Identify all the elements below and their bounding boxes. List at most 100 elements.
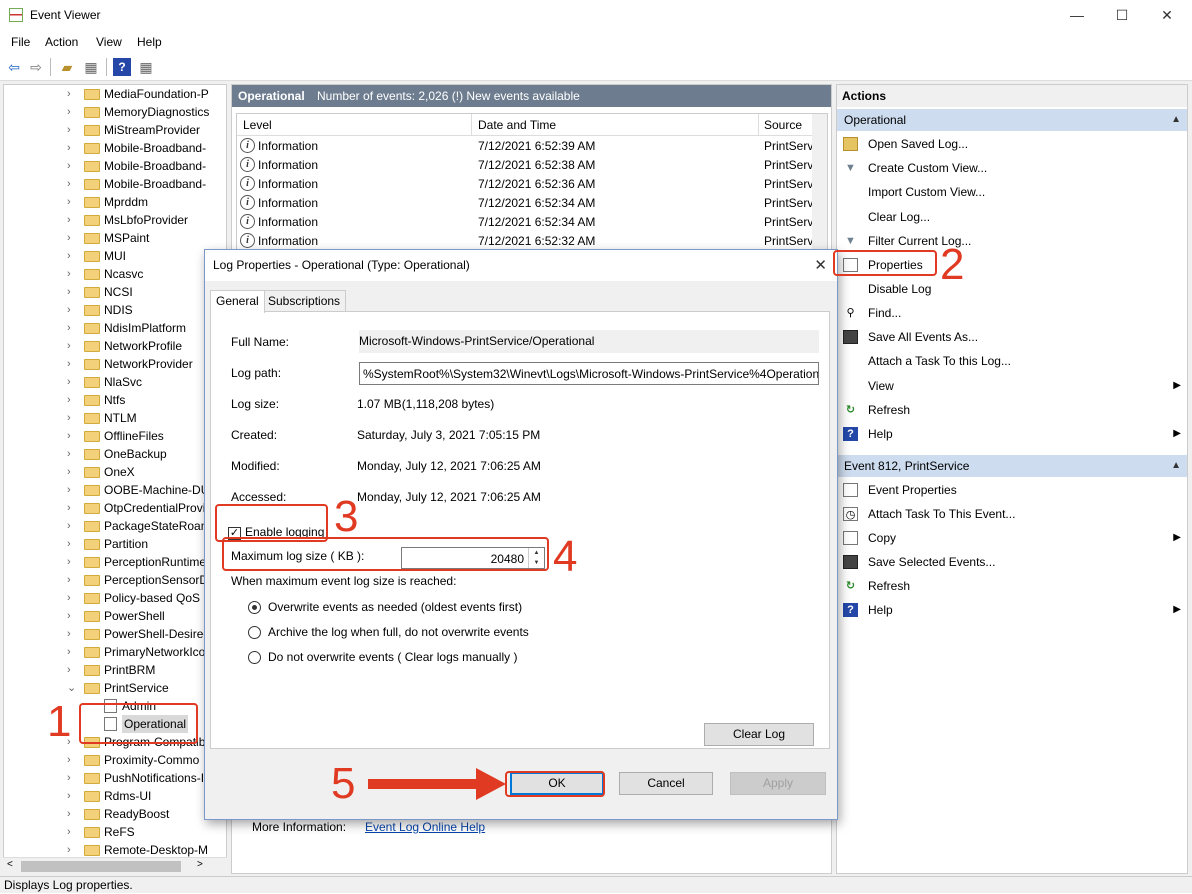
action-item[interactable]: ◷ Attach Task To This Event... xyxy=(837,502,1187,526)
show-hide-action-pane-icon[interactable]: ▦ xyxy=(137,58,155,76)
tree-item[interactable]: › Ncasvc xyxy=(4,265,226,283)
chevron-right-icon[interactable]: › xyxy=(67,481,71,499)
tree-item[interactable]: › MiStreamProvider xyxy=(4,121,226,139)
chevron-right-icon[interactable]: › xyxy=(67,103,71,121)
table-row[interactable]: i Information 7/12/2021 6:52:39 AM Print… xyxy=(237,137,817,156)
radio-overwrite-label[interactable]: Overwrite events as needed (oldest event… xyxy=(268,600,522,614)
actions-section-event[interactable]: Event 812, PrintService ▲ xyxy=(837,455,1187,477)
chevron-right-icon[interactable]: › xyxy=(67,769,71,787)
radio-archive[interactable] xyxy=(248,626,261,639)
tree-item[interactable]: › NlaSvc xyxy=(4,373,226,391)
tree-item[interactable]: › OtpCredentialProvi xyxy=(4,499,226,517)
chevron-right-icon[interactable]: › xyxy=(67,265,71,283)
maximize-button[interactable]: ☐ xyxy=(1099,4,1145,28)
tree-item[interactable]: › NTLM xyxy=(4,409,226,427)
tree-item[interactable]: › MediaFoundation-P xyxy=(4,85,226,103)
tree-item[interactable]: › OneX xyxy=(4,463,226,481)
chevron-right-icon[interactable]: › xyxy=(67,625,71,643)
chevron-right-icon[interactable]: › xyxy=(67,373,71,391)
forward-arrow-icon[interactable]: ⇨ xyxy=(27,58,45,76)
tree-item[interactable]: › MemoryDiagnostics xyxy=(4,103,226,121)
cancel-button[interactable]: Cancel xyxy=(619,772,713,795)
action-item[interactable]: Save All Events As... xyxy=(837,325,1187,349)
scroll-thumb[interactable] xyxy=(21,861,181,872)
tree-item[interactable]: › PowerShell xyxy=(4,607,226,625)
chevron-right-icon[interactable]: › xyxy=(67,445,71,463)
action-item[interactable]: ? Help ▶ xyxy=(837,598,1187,622)
action-item[interactable]: ↻ Refresh xyxy=(837,398,1187,422)
chevron-right-icon[interactable]: › xyxy=(67,391,71,409)
chevron-right-icon[interactable]: › xyxy=(67,319,71,337)
tree-item[interactable]: › OneBackup xyxy=(4,445,226,463)
apply-button[interactable]: Apply xyxy=(730,772,826,795)
tree-item[interactable]: › Ntfs xyxy=(4,391,226,409)
tree-item[interactable]: › MSPaint xyxy=(4,229,226,247)
chevron-right-icon[interactable]: › xyxy=(67,571,71,589)
chevron-right-icon[interactable]: › xyxy=(67,247,71,265)
table-row[interactable]: i Information 7/12/2021 6:52:34 AM Print… xyxy=(237,194,817,213)
chevron-right-icon[interactable]: › xyxy=(67,301,71,319)
action-item[interactable]: Event Properties xyxy=(837,478,1187,502)
tree-item[interactable]: › Mobile-Broadband- xyxy=(4,157,226,175)
chevron-right-icon[interactable]: › xyxy=(67,175,71,193)
tree-item[interactable]: › ReFS xyxy=(4,823,226,841)
chevron-right-icon[interactable]: › xyxy=(67,661,71,679)
chevron-right-icon[interactable]: › xyxy=(67,517,71,535)
tab-general[interactable]: General xyxy=(210,290,265,313)
dialog-close-icon[interactable]: ✕ xyxy=(814,250,827,281)
table-row[interactable]: i Information 7/12/2021 6:52:38 AM Print… xyxy=(237,156,817,175)
radio-overwrite[interactable] xyxy=(248,601,261,614)
event-log-online-help-link[interactable]: Event Log Online Help xyxy=(365,820,485,834)
table-row[interactable]: i Information 7/12/2021 6:52:34 AM Print… xyxy=(237,213,817,232)
show-hide-tree-icon[interactable]: ▦ xyxy=(82,58,100,76)
tree-item[interactable]: › PackageStateRoam xyxy=(4,517,226,535)
chevron-down-icon[interactable]: ⌄ xyxy=(67,679,76,697)
action-item[interactable]: Import Custom View... xyxy=(837,180,1187,204)
radio-do-not-overwrite-label[interactable]: Do not overwrite events ( Clear logs man… xyxy=(268,650,517,664)
tree-item[interactable]: › Policy-based QoS xyxy=(4,589,226,607)
chevron-right-icon[interactable]: › xyxy=(67,805,71,823)
up-folder-icon[interactable]: ▰ xyxy=(58,58,76,76)
collapse-up-icon[interactable]: ▲ xyxy=(1171,109,1181,131)
chevron-right-icon[interactable]: › xyxy=(67,211,71,229)
chevron-right-icon[interactable]: › xyxy=(67,139,71,157)
chevron-right-icon[interactable]: › xyxy=(67,121,71,139)
chevron-right-icon[interactable]: › xyxy=(67,787,71,805)
tree-item[interactable]: › Mobile-Broadband- xyxy=(4,175,226,193)
collapse-up-icon[interactable]: ▲ xyxy=(1171,455,1181,477)
action-item[interactable]: Save Selected Events... xyxy=(837,550,1187,574)
tree-item[interactable]: › Partition xyxy=(4,535,226,553)
tree-horizontal-scrollbar[interactable]: < > xyxy=(3,857,227,874)
chevron-right-icon[interactable]: › xyxy=(67,589,71,607)
action-item[interactable]: Attach a Task To this Log... xyxy=(837,349,1187,373)
chevron-right-icon[interactable]: › xyxy=(67,499,71,517)
tree-item[interactable]: › NdisImPlatform xyxy=(4,319,226,337)
table-row[interactable]: i Information 7/12/2021 6:52:36 AM Print… xyxy=(237,175,817,194)
scroll-left-icon[interactable]: < xyxy=(7,859,13,870)
chevron-right-icon[interactable]: › xyxy=(67,283,71,301)
chevron-right-icon[interactable]: › xyxy=(67,157,71,175)
tree-item[interactable]: › Rdms-UI xyxy=(4,787,226,805)
tree-item[interactable]: ⌄ PrintService xyxy=(4,679,226,697)
tab-subscriptions[interactable]: Subscriptions xyxy=(262,290,347,312)
tree-item[interactable]: › Mprddm xyxy=(4,193,226,211)
action-item[interactable]: ⚲ Find... xyxy=(837,301,1187,325)
tree-item[interactable]: › Proximity-Commo xyxy=(4,751,226,769)
tree-item[interactable]: › PerceptionSensorD xyxy=(4,571,226,589)
action-item[interactable]: ? Help ▶ xyxy=(837,422,1187,446)
chevron-right-icon[interactable]: › xyxy=(67,535,71,553)
tree-item[interactable]: › PushNotifications-I xyxy=(4,769,226,787)
chevron-right-icon[interactable]: › xyxy=(67,193,71,211)
tree-item[interactable]: › PowerShell-Desired xyxy=(4,625,226,643)
help-icon[interactable]: ? xyxy=(113,58,131,76)
menu-view[interactable]: View xyxy=(96,35,122,49)
tree-item[interactable]: › NDIS xyxy=(4,301,226,319)
chevron-right-icon[interactable]: › xyxy=(67,409,71,427)
chevron-right-icon[interactable]: › xyxy=(67,463,71,481)
tree-item[interactable]: › PrintBRM xyxy=(4,661,226,679)
menu-help[interactable]: Help xyxy=(137,35,162,49)
action-item[interactable]: Disable Log xyxy=(837,277,1187,301)
column-date-time[interactable]: Date and Time xyxy=(478,118,556,132)
tree-item[interactable]: › PerceptionRuntime xyxy=(4,553,226,571)
chevron-right-icon[interactable]: › xyxy=(67,337,71,355)
